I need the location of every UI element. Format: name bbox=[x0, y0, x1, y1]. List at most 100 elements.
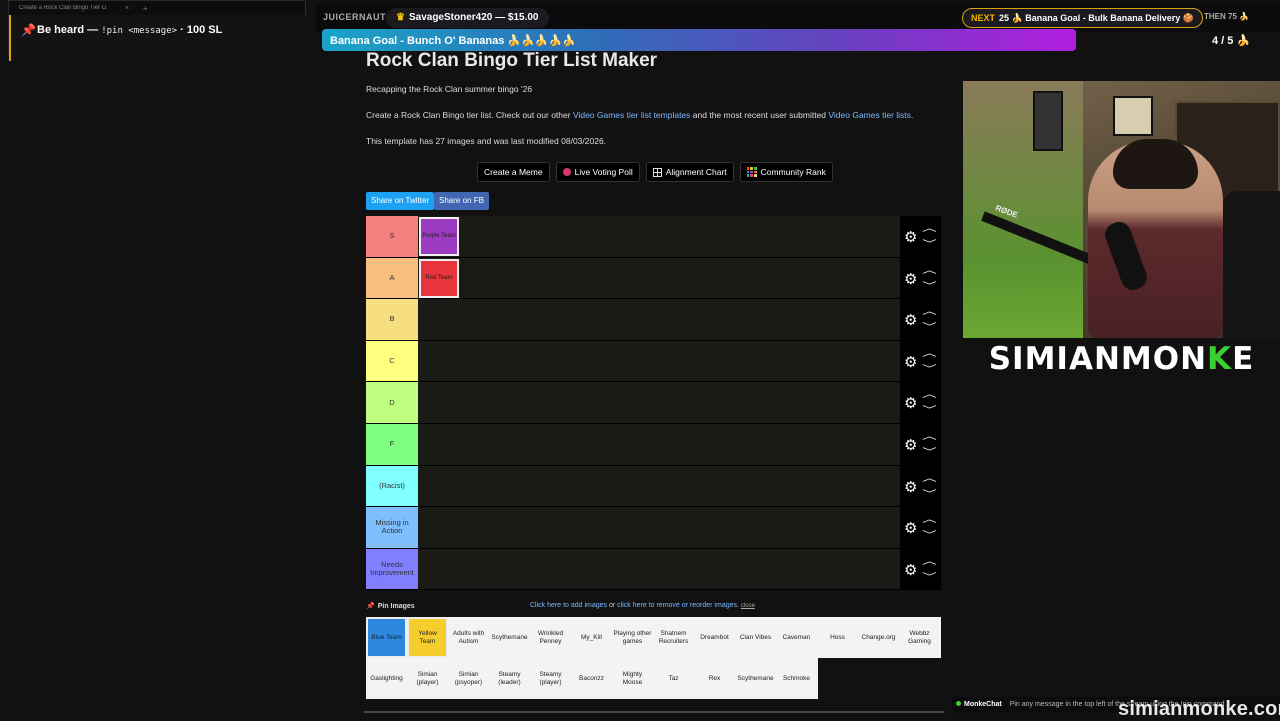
chevron-down-icon[interactable]: ﹀ bbox=[922, 487, 936, 500]
tier-label[interactable]: (Racist) bbox=[366, 465, 418, 507]
pool-item-tile[interactable]: Schmoke bbox=[776, 658, 817, 699]
tier-row: D ⚙ ︿ ﹀ bbox=[366, 382, 941, 424]
chevron-down-icon[interactable]: ﹀ bbox=[922, 237, 936, 250]
tier-item-tile[interactable]: Red Team bbox=[419, 258, 459, 298]
pool-item-tile[interactable]: Caveman bbox=[776, 617, 817, 658]
user-lists-link[interactable]: Video Games tier lists bbox=[828, 110, 911, 120]
pool-item-tile[interactable]: My_Kill bbox=[571, 617, 612, 658]
new-tab-icon[interactable]: + bbox=[143, 4, 148, 13]
chevron-up-icon[interactable]: ︿ bbox=[922, 387, 936, 400]
pool-item-tile[interactable]: Rex bbox=[694, 658, 735, 699]
monkechat-name: MonkeChat bbox=[956, 701, 1002, 708]
tier-label[interactable]: F bbox=[366, 423, 418, 465]
pool-item-tile[interactable]: Hoss bbox=[817, 617, 858, 658]
tier-label[interactable]: C bbox=[366, 340, 418, 382]
streamer-brand-logo: SIMIANMONKE bbox=[988, 341, 1255, 377]
template-info: This template has 27 images and was last… bbox=[366, 136, 607, 146]
gear-icon[interactable]: ⚙ bbox=[904, 394, 917, 412]
chevron-up-icon[interactable]: ︿ bbox=[922, 346, 936, 359]
chevron-up-icon[interactable]: ︿ bbox=[922, 429, 936, 442]
gear-icon[interactable]: ⚙ bbox=[904, 478, 917, 496]
pool-item-tile[interactable]: Scythemane bbox=[735, 658, 776, 699]
pool-links: Click here to add images or click here t… bbox=[530, 602, 755, 609]
pool-item-tile[interactable]: Blue Team bbox=[366, 617, 407, 658]
tier-row: B ⚙ ︿ ﹀ bbox=[366, 299, 941, 341]
ticker-donor: ♛ SavageStoner420 — $15.00 bbox=[386, 8, 549, 28]
chevron-up-icon[interactable]: ︿ bbox=[922, 554, 936, 567]
pool-item-tile[interactable]: Playing other games bbox=[612, 617, 653, 658]
chevron-up-icon[interactable]: ︿ bbox=[922, 304, 936, 317]
tier-label[interactable]: Missing in Action bbox=[366, 507, 418, 548]
gear-icon[interactable]: ⚙ bbox=[904, 228, 917, 246]
chevron-up-icon[interactable]: ︿ bbox=[922, 221, 936, 234]
tier-label[interactable]: S bbox=[366, 216, 418, 257]
crown-icon: ♛ bbox=[396, 12, 405, 23]
gear-icon[interactable]: ⚙ bbox=[904, 311, 917, 329]
live-poll-button[interactable]: Live Voting Poll bbox=[555, 162, 640, 182]
chevron-down-icon[interactable]: ﹀ bbox=[922, 403, 936, 416]
pool-row: Gaslighting Simian (player) Simian (psyope… bbox=[366, 658, 818, 699]
tier-controls: ⚙ ︿ ﹀ bbox=[900, 382, 941, 423]
add-images-link[interactable]: Click here to add images bbox=[530, 602, 607, 609]
tier-label[interactable]: B bbox=[366, 299, 418, 340]
chevron-up-icon[interactable]: ︿ bbox=[922, 263, 936, 276]
goal-text: Banana Goal - Bunch O' Bananas 🍌🍌🍌🍌🍌 bbox=[330, 35, 576, 47]
tier-controls: ⚙ ︿ ﹀ bbox=[900, 216, 941, 257]
pool-item-tile[interactable]: Baconzz bbox=[571, 658, 612, 699]
poll-icon bbox=[562, 168, 571, 176]
chevron-down-icon[interactable]: ﹀ bbox=[922, 320, 936, 333]
pin-images-toggle[interactable]: 📌 Pin Images bbox=[366, 603, 415, 610]
gear-icon[interactable]: ⚙ bbox=[904, 561, 917, 579]
chevron-down-icon[interactable]: ﹀ bbox=[922, 279, 936, 292]
share-twitter-button[interactable]: Share on Twitter bbox=[366, 192, 435, 210]
pool-item-tile[interactable]: Taz bbox=[653, 658, 694, 699]
pool-item-tile[interactable]: Wrinkled Penney bbox=[530, 617, 571, 658]
gear-icon[interactable]: ⚙ bbox=[904, 436, 917, 454]
pool-item-tile[interactable]: Webbz Gaming bbox=[899, 617, 940, 658]
pool-item-tile[interactable]: Shatnem Recruiters bbox=[653, 617, 694, 658]
chevron-down-icon[interactable]: ﹀ bbox=[922, 528, 936, 541]
pool-item-tile[interactable]: Steamy (leader) bbox=[489, 658, 530, 699]
tier-label[interactable]: A bbox=[366, 257, 418, 299]
pool-item-tile[interactable]: Yellow Team bbox=[407, 617, 448, 658]
chevron-down-icon[interactable]: ﹀ bbox=[922, 362, 936, 375]
pool-item-tile[interactable]: Steamy (player) bbox=[530, 658, 571, 699]
templates-link[interactable]: Video Games tier list templates bbox=[573, 110, 690, 120]
create-meme-button[interactable]: Create a Meme bbox=[477, 162, 550, 182]
pool-item-tile[interactable]: Simian (player) bbox=[407, 658, 448, 699]
tab-close-icon[interactable]: × bbox=[125, 5, 129, 12]
chevron-up-icon[interactable]: ︿ bbox=[922, 471, 936, 484]
gear-icon[interactable]: ⚙ bbox=[904, 270, 917, 288]
chevron-up-icon[interactable]: ︿ bbox=[922, 512, 936, 525]
pool-item-tile[interactable]: Scythemane bbox=[489, 617, 530, 658]
ticker-channel: JUICERNAUT bbox=[323, 12, 387, 22]
community-rank-button[interactable]: Community Rank bbox=[739, 162, 833, 182]
pool-item-tile[interactable]: Adults with Autism bbox=[448, 617, 489, 658]
pool-row: Blue Team Yellow Team Adults with Autism Sc… bbox=[366, 617, 941, 658]
pin-banner: 📌 Be heard — !pin <message> · 100 SL bbox=[9, 15, 307, 61]
browser-tab-strip: Create a Rock Clan Bingo Tier Li × + 📌 B… bbox=[8, 0, 307, 61]
action-buttons: Create a Meme Live Voting Poll Alignment… bbox=[477, 162, 833, 182]
webcam-feed: RØDE bbox=[963, 81, 1280, 338]
chevron-down-icon[interactable]: ﹀ bbox=[922, 445, 936, 458]
share-fb-button[interactable]: Share on FB bbox=[434, 192, 489, 210]
tier-row: S Purple Team ⚙ ︿ ﹀ bbox=[366, 216, 941, 258]
pool-item-tile[interactable]: Dreambot bbox=[694, 617, 735, 658]
pin-icon: 📌 bbox=[366, 603, 375, 610]
pool-item-tile[interactable]: Clan Vibes bbox=[735, 617, 776, 658]
tier-label[interactable]: Needs Improvement bbox=[366, 548, 418, 590]
tier-item-tile[interactable]: Purple Team bbox=[419, 217, 459, 256]
gear-icon[interactable]: ⚙ bbox=[904, 519, 917, 537]
alignment-chart-button[interactable]: Alignment Chart bbox=[645, 162, 734, 182]
close-link[interactable]: close bbox=[741, 603, 755, 609]
tier-list: S Purple Team ⚙ ︿ ﹀ A Red Team ⚙ ︿ ﹀ B ⚙ ︿ ﹀ C ⚙ ︿ ﹀ D ⚙ ︿ ﹀ F… bbox=[366, 216, 941, 591]
status-dot-icon bbox=[956, 701, 961, 706]
reorder-images-link[interactable]: click here to remove or reorder images. bbox=[617, 602, 739, 609]
pool-item-tile[interactable]: Simian (psyoper) bbox=[448, 658, 489, 699]
tier-label[interactable]: D bbox=[366, 382, 418, 423]
chevron-down-icon[interactable]: ﹀ bbox=[922, 570, 936, 583]
pool-item-tile[interactable]: Gaslighting bbox=[366, 658, 407, 699]
pool-item-tile[interactable]: Change.org bbox=[858, 617, 899, 658]
pool-item-tile[interactable]: Mighty Moose bbox=[612, 658, 653, 699]
gear-icon[interactable]: ⚙ bbox=[904, 353, 917, 371]
